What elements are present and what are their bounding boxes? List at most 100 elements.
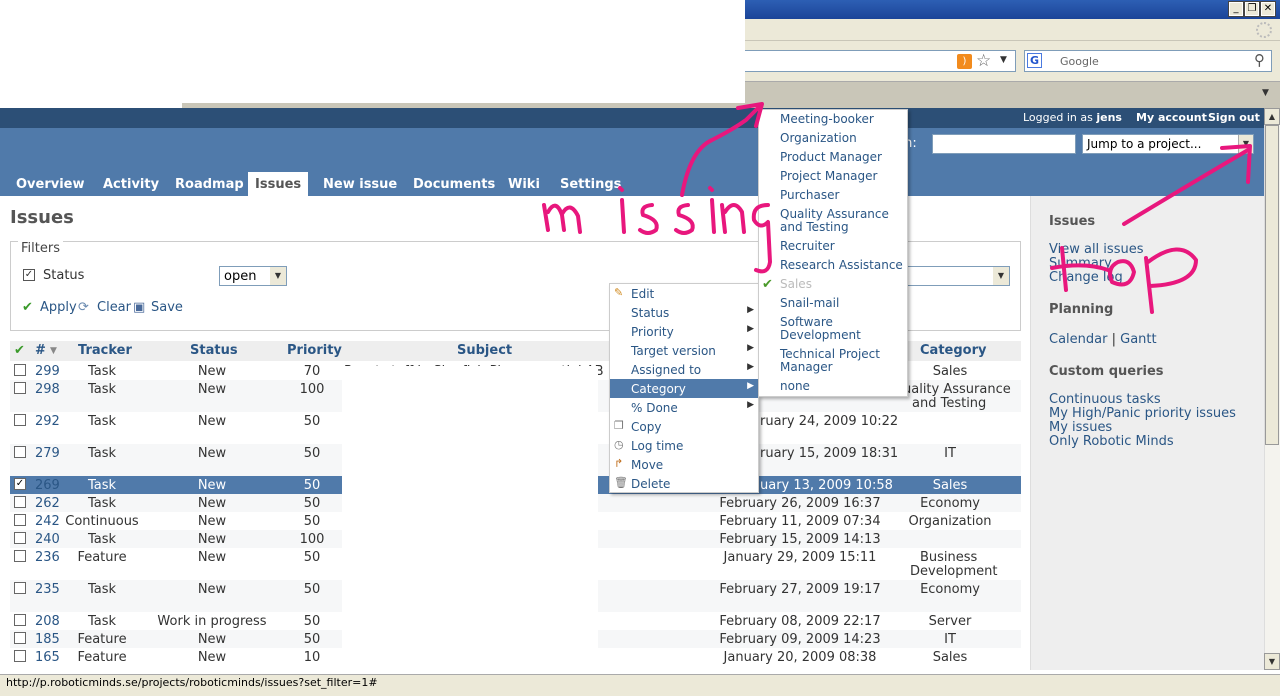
column-tracker[interactable]: Tracker: [78, 343, 132, 358]
context-menu-item-delete[interactable]: Delete 🗑: [610, 474, 758, 493]
column-category[interactable]: Category: [920, 343, 986, 358]
view-all-issues-link[interactable]: View all issues: [1049, 242, 1143, 257]
tab-activity[interactable]: Activity: [96, 172, 166, 196]
updated-cell: January 29, 2009 15:11: [723, 550, 877, 565]
context-menu-item-log-time[interactable]: Log time ◷: [610, 436, 758, 455]
updated-cell: ruary 24, 2009 10:22: [760, 414, 899, 429]
jump-to-project-select[interactable]: Jump to a project...: [1082, 134, 1254, 154]
throbber-icon: [1256, 22, 1272, 38]
apply-link[interactable]: Apply: [40, 300, 77, 315]
category-option[interactable]: Purchaser: [780, 189, 839, 202]
category-option-label: Snail-mail: [780, 296, 840, 310]
category-cell: Sales: [932, 364, 968, 379]
context-menu-item-assigned-to[interactable]: Assigned to ▶: [610, 360, 758, 379]
status-cell: New: [197, 514, 227, 529]
column-id[interactable]: #: [35, 343, 46, 358]
scroll-down-icon[interactable]: ▼: [1264, 653, 1280, 670]
category-option[interactable]: Technical Project Manager: [780, 348, 880, 374]
context-menu-item-move[interactable]: Move ↱: [610, 455, 758, 474]
scroll-thumb[interactable]: [1265, 125, 1279, 445]
bookmark-star-icon[interactable]: ☆: [976, 51, 991, 71]
category-cell: Server: [928, 614, 972, 629]
minimize-icon[interactable]: _: [1228, 1, 1244, 17]
google-icon[interactable]: G: [1027, 53, 1042, 68]
tab-new-issue[interactable]: New issue: [316, 172, 404, 196]
category-option[interactable]: Software Development: [780, 316, 861, 342]
chevron-down-icon[interactable]: ▼: [270, 267, 286, 285]
chevron-right-icon: ▶: [747, 324, 754, 334]
tab-settings[interactable]: Settings: [553, 172, 628, 196]
context-menu-item-status[interactable]: Status ▶: [610, 303, 758, 322]
column-status[interactable]: Status: [190, 343, 238, 358]
context-menu-item-category[interactable]: Category ▶: [610, 379, 758, 398]
clear-link[interactable]: Clear: [97, 300, 131, 315]
status-filter-checkbox[interactable]: ✓: [23, 269, 35, 281]
context-menu-label: Move: [631, 458, 664, 472]
reload-icon: ⟳: [78, 300, 89, 315]
context-menu-item-priority[interactable]: Priority ▶: [610, 322, 758, 341]
context-menu-label: Assigned to: [631, 363, 702, 377]
query-continuous-tasks[interactable]: Continuous tasks: [1049, 392, 1161, 407]
query-only-robotic-minds[interactable]: Only Robotic Minds: [1049, 434, 1174, 449]
chevron-down-icon[interactable]: ▼: [993, 267, 1009, 285]
category-option[interactable]: Quality Assurance and Testing: [780, 208, 889, 234]
tab-roadmap[interactable]: Roadmap: [168, 172, 251, 196]
sort-desc-icon[interactable]: ▼: [50, 346, 57, 356]
sign-out-link[interactable]: Sign out: [1208, 111, 1260, 124]
context-menu-label: % Done: [631, 401, 678, 415]
category-option[interactable]: Recruiter: [780, 240, 835, 253]
close-icon[interactable]: ✕: [1260, 1, 1276, 17]
tab-list-icon[interactable]: ▼: [1262, 88, 1269, 98]
context-menu-item-target-version[interactable]: Target version ▶: [610, 341, 758, 360]
tab-issues[interactable]: Issues: [248, 172, 309, 196]
tab-wiki[interactable]: Wiki: [501, 172, 547, 196]
save-icon: ▣: [133, 300, 146, 315]
save-link[interactable]: Save: [151, 300, 183, 315]
my-account-link[interactable]: My account: [1136, 111, 1207, 124]
chevron-right-icon: ▶: [747, 400, 754, 410]
category-option[interactable]: Meeting-booker: [780, 113, 874, 126]
gantt-link[interactable]: Gantt: [1120, 332, 1156, 347]
category-option[interactable]: Snail-mail: [780, 297, 839, 310]
column-priority[interactable]: Priority: [287, 343, 342, 358]
maximize-icon[interactable]: ❐: [1244, 1, 1260, 17]
status-cell: New: [197, 496, 227, 511]
chevron-down-icon[interactable]: ▼: [1238, 135, 1253, 153]
status-cell: New: [197, 414, 227, 429]
category-option[interactable]: Product Manager: [780, 151, 882, 164]
search-input[interactable]: [932, 134, 1076, 154]
category-option[interactable]: none: [780, 380, 810, 393]
category-cell: IT: [944, 632, 956, 647]
category-option[interactable]: Organization: [780, 132, 857, 145]
change-log-link[interactable]: Change log: [1049, 270, 1123, 285]
search-icon[interactable]: ⚲: [1254, 51, 1265, 69]
status-cell: New: [197, 446, 227, 461]
category-option[interactable]: Research Assistance: [780, 259, 903, 272]
query-high-priority[interactable]: My High/Panic priority issues: [1049, 406, 1236, 421]
context-menu-label: Delete: [631, 477, 671, 491]
filters-legend[interactable]: Filters: [18, 241, 63, 256]
category-option[interactable]: Project Manager: [780, 170, 877, 183]
context-menu-item-copy[interactable]: Copy ❐: [610, 417, 758, 436]
summary-link[interactable]: Summary: [1049, 256, 1112, 271]
category-option: Sales: [780, 278, 812, 291]
context-menu-item-done[interactable]: % Done ▶: [610, 398, 758, 417]
rss-icon[interactable]: ): [957, 54, 972, 69]
column-subject[interactable]: Subject: [457, 343, 512, 358]
category-option-label: Research Assistance: [780, 258, 903, 272]
calendar-link[interactable]: Calendar: [1049, 332, 1107, 347]
url-dropdown-icon[interactable]: ▼: [1000, 55, 1007, 65]
category-cell: Organization: [908, 514, 992, 529]
tab-overview[interactable]: Overview: [9, 172, 92, 196]
logged-in-as: Logged in as jens: [1023, 111, 1122, 124]
toggle-all-check-icon[interactable]: ✔: [14, 343, 25, 358]
clock-icon: ◷: [614, 438, 624, 451]
category-option-label: Organization: [780, 131, 857, 145]
status-cell: New: [197, 478, 227, 493]
status-cell: New: [197, 632, 227, 647]
user-name[interactable]: jens: [1096, 111, 1122, 124]
query-my-issues[interactable]: My issues: [1049, 420, 1112, 435]
context-menu-item-edit[interactable]: Edit ✎: [610, 284, 758, 303]
tab-documents[interactable]: Documents: [406, 172, 502, 196]
scroll-up-icon[interactable]: ▲: [1264, 108, 1280, 125]
